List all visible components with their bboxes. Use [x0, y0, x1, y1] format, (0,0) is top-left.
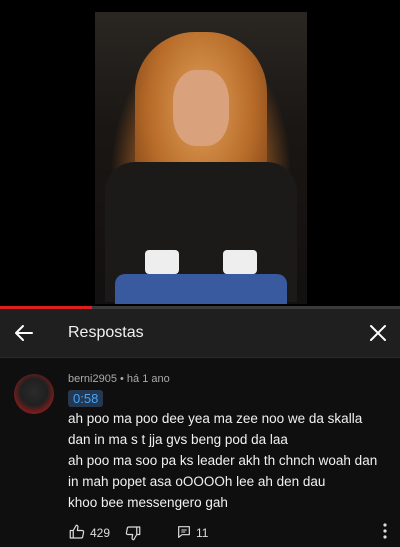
close-icon[interactable]: [366, 321, 390, 345]
thumbs-up-icon[interactable]: [68, 523, 86, 541]
comment-text: ah poo ma poo dee yea ma zee noo we da s…: [68, 408, 388, 513]
comment-line: khoo bee messengero gah: [68, 495, 228, 510]
avatar[interactable]: [14, 374, 54, 414]
comment-line: in mah popet asa oOOOOh lee ah den dau: [68, 474, 326, 489]
reply-icon[interactable]: [176, 524, 192, 540]
video-frame: [95, 12, 307, 304]
comment-author[interactable]: berni2905: [68, 373, 117, 385]
replies-header: Respostas: [0, 309, 400, 358]
page-title: Respostas: [68, 324, 144, 341]
comment-item: berni2905 • há 1 ano 0:58 ah poo ma poo …: [0, 358, 400, 547]
comment-age: • há 1 ano: [116, 373, 170, 385]
comment-line: ah poo ma soo pa ks leader akh th chnch …: [68, 453, 378, 468]
timestamp-link[interactable]: 0:58: [68, 390, 104, 407]
more-options-icon[interactable]: [382, 522, 388, 540]
reply-count: 11: [196, 526, 209, 540]
thumbs-down-icon[interactable]: [124, 524, 142, 542]
comment-meta: berni2905 • há 1 ano: [68, 373, 170, 385]
comment-line: ah poo ma poo dee yea ma zee noo we da s…: [68, 411, 363, 426]
video-player[interactable]: [0, 0, 400, 306]
back-arrow-icon[interactable]: [12, 321, 36, 345]
comment-line: dan in ma s t jja gvs beng pod da laa: [68, 432, 288, 447]
like-count: 429: [90, 526, 111, 540]
